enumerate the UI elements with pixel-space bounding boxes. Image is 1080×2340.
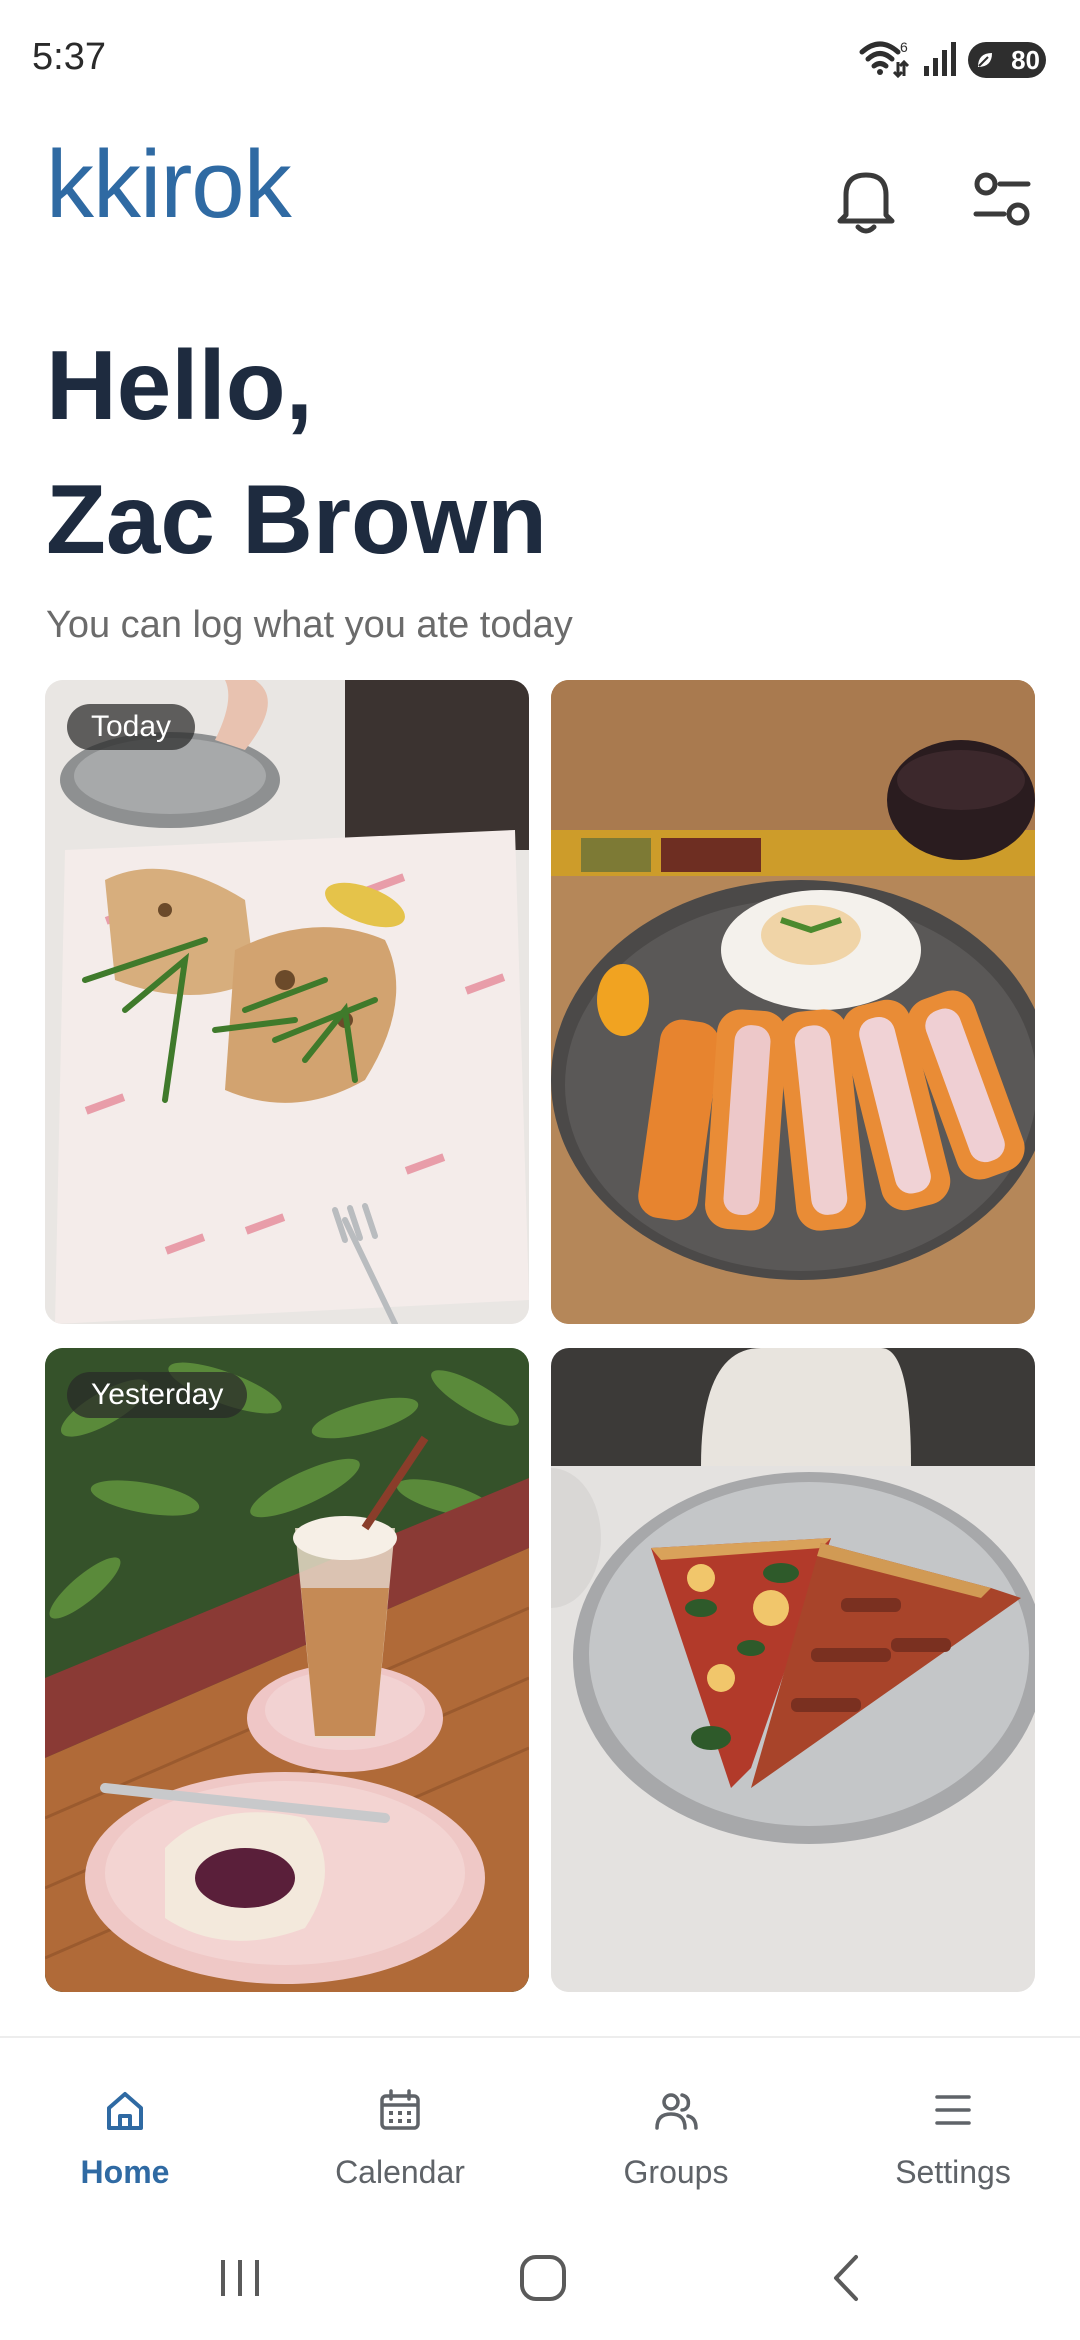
system-navigation-bar — [0, 2208, 1080, 2340]
signal-icon — [922, 40, 956, 81]
meal-photo-4[interactable] — [551, 1348, 1035, 1992]
pizza-image — [551, 1348, 1035, 1992]
home-icon — [107, 2092, 143, 2130]
recent-apps-icon — [221, 2260, 259, 2296]
date-badge-yesterday: Yesterday — [67, 1372, 248, 1418]
nav-groups[interactable]: Groups — [576, 2038, 776, 2210]
calendar-icon — [380, 2089, 420, 2130]
battery-icon: 80 — [968, 42, 1046, 78]
battery-level: 80 — [1011, 44, 1040, 75]
greeting-subtitle: You can log what you ate today — [46, 604, 573, 646]
nav-home-label: Home — [80, 2154, 170, 2190]
nav-calendar[interactable]: Calendar — [300, 2038, 500, 2210]
home-screen: 5:37 6 80 kkirok Hello, Zac Brown You ca… — [0, 0, 1080, 2340]
wifi-badge: 6 — [900, 39, 908, 55]
coffee-galette-image — [45, 1348, 529, 1992]
meal-photo-3[interactable]: Yesterday — [45, 1348, 529, 1992]
back-icon — [834, 2255, 858, 2301]
status-icons: 6 80 — [858, 38, 1046, 82]
app-header: kkirok — [0, 130, 1080, 250]
nav-groups-label: Groups — [623, 2154, 729, 2190]
flatbread-image — [45, 680, 529, 1324]
system-home-button[interactable] — [503, 2248, 583, 2308]
back-button[interactable] — [806, 2248, 886, 2308]
groups-icon — [655, 2093, 698, 2130]
recent-apps-button[interactable] — [200, 2248, 280, 2308]
tonkatsu-image — [551, 680, 1035, 1324]
system-home-icon — [520, 2255, 566, 2301]
meal-photo-2[interactable] — [551, 680, 1035, 1324]
nav-settings-label: Settings — [895, 2154, 1011, 2190]
nav-settings[interactable]: Settings — [853, 2038, 1053, 2210]
greeting-line-1: Hello, — [46, 330, 313, 440]
greeting-heading: Hello, Zac Brown — [46, 318, 547, 586]
nav-home[interactable]: Home — [25, 2038, 225, 2210]
nav-calendar-label: Calendar — [335, 2154, 465, 2190]
bell-icon[interactable] — [830, 164, 902, 236]
filters-icon[interactable] — [966, 164, 1038, 236]
user-name: Zac Brown — [46, 464, 547, 574]
menu-icon — [935, 2095, 971, 2125]
meal-photo-1[interactable]: Today — [45, 680, 529, 1324]
status-time: 5:37 — [32, 36, 106, 78]
bottom-navigation: Home Calendar Groups Settings — [0, 2036, 1080, 2208]
app-logo: kkirok — [46, 131, 292, 238]
status-bar: 5:37 6 80 — [0, 0, 1080, 120]
wifi-icon: 6 — [858, 38, 910, 83]
date-badge-today: Today — [67, 704, 196, 750]
